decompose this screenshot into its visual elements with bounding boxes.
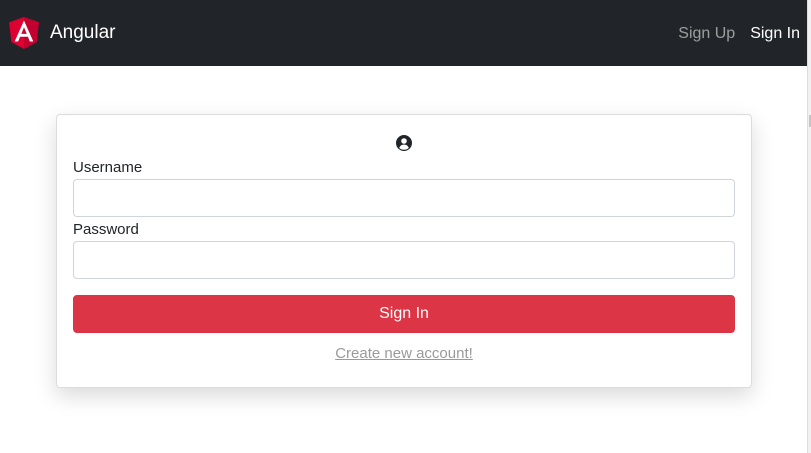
password-label: Password [73, 221, 139, 238]
username-label: Username [73, 159, 143, 176]
angular-logo-icon [9, 17, 39, 49]
user-circle-icon [396, 135, 412, 151]
scrollbar[interactable] [807, 0, 811, 453]
brand-link[interactable]: Angular [9, 17, 116, 49]
password-input[interactable] [73, 241, 735, 279]
brand-name: Angular [50, 22, 116, 43]
create-account-link[interactable]: Create new account! [57, 344, 751, 364]
nav-sign-in-link[interactable]: Sign In [750, 22, 800, 46]
login-card: Username Password Sign In Create new acc… [56, 114, 752, 388]
nav-links: Sign Up Sign In [663, 22, 800, 46]
nav-sign-up-link[interactable]: Sign Up [678, 22, 735, 46]
top-navbar: Angular Sign Up Sign In [0, 0, 807, 66]
sign-in-button[interactable]: Sign In [73, 295, 735, 333]
username-input[interactable] [73, 179, 735, 217]
